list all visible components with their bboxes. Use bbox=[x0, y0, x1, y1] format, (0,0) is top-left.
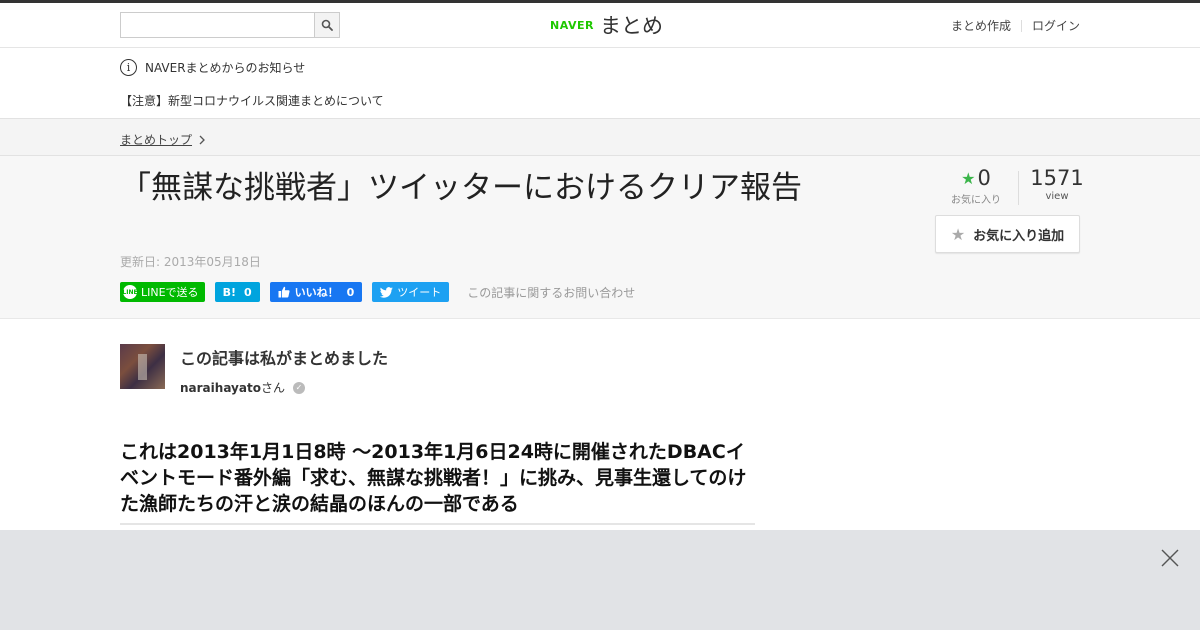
share-buttons: LINE LINEで送る B! 0 いいね！ 0 ツイート この記事に関するお問… bbox=[120, 282, 635, 302]
author-name-link[interactable]: naraihayato bbox=[180, 381, 261, 395]
star-outline-icon: ★ bbox=[950, 224, 966, 244]
author-box: この記事は私がまとめました naraihayato さん ✓ bbox=[120, 344, 388, 396]
hatena-count: 0 bbox=[243, 285, 252, 299]
facebook-like-count: 0 bbox=[346, 285, 355, 299]
search-input[interactable] bbox=[120, 12, 314, 38]
breadcrumb-top-link[interactable]: まとめトップ bbox=[120, 131, 192, 148]
add-favorite-label: お気に入り追加 bbox=[973, 228, 1065, 244]
views-label: view bbox=[1045, 191, 1069, 202]
create-matome-link[interactable]: まとめ作成 bbox=[951, 17, 1011, 34]
line-share-button[interactable]: LINE LINEで送る bbox=[120, 282, 205, 302]
logo-matome: まとめ bbox=[599, 14, 663, 38]
chevron-right-icon bbox=[199, 135, 205, 144]
thumbs-up-icon bbox=[278, 286, 290, 298]
search-icon bbox=[321, 19, 333, 31]
line-share-label: LINEで送る bbox=[141, 286, 199, 299]
views-count: 1571 bbox=[1030, 166, 1084, 190]
hatena-bookmark-button[interactable]: B! 0 bbox=[214, 282, 260, 302]
updated-date: 更新日: 2013年05月18日 bbox=[120, 255, 261, 269]
site-logo[interactable]: NAVER まとめ bbox=[550, 11, 663, 39]
notice-title: NAVERまとめからのお知らせ bbox=[145, 61, 306, 75]
tweet-button[interactable]: ツイート bbox=[372, 282, 450, 302]
article-body: この記事は私がまとめました naraihayato さん ✓ これは2013年1… bbox=[120, 319, 1080, 531]
info-icon: i bbox=[120, 59, 137, 76]
notice-link[interactable]: 【注意】新型コロナウイルス関連まとめについて bbox=[120, 92, 384, 109]
notice-heading: i NAVERまとめからのお知らせ bbox=[120, 59, 305, 76]
page-title: 「無謀な挑戦者」ツイッターにおけるクリア報告 bbox=[120, 170, 802, 206]
article-stats: ★ 0 お気に入り 1571 view bbox=[935, 166, 1084, 206]
tweet-label: ツイート bbox=[397, 286, 442, 299]
author-suffix: さん bbox=[260, 381, 285, 395]
favorites-count: 0 bbox=[977, 166, 991, 190]
author-heading: この記事は私がまとめました bbox=[180, 349, 389, 368]
star-icon: ★ bbox=[961, 168, 976, 188]
ad-banner bbox=[0, 530, 1200, 630]
search-form bbox=[120, 12, 340, 38]
facebook-like-button[interactable]: いいね！ 0 bbox=[269, 282, 363, 302]
login-link[interactable]: ログイン bbox=[1032, 17, 1080, 34]
hatena-icon: B! bbox=[222, 285, 236, 299]
favorites-label: お気に入り bbox=[951, 195, 1001, 206]
notice-area: i NAVERまとめからのお知らせ 【注意】新型コロナウイルス関連まとめについて bbox=[120, 48, 1080, 118]
content-heading: これは2013年1月1日8時 ～2013年1月6日24時に開催されたDBACイベ… bbox=[120, 439, 755, 525]
add-favorite-button[interactable]: ★ お気に入り追加 bbox=[935, 215, 1080, 253]
line-icon: LINE bbox=[122, 285, 138, 299]
nav-divider bbox=[1020, 19, 1022, 32]
verified-check-icon: ✓ bbox=[292, 381, 305, 394]
favorites-stat: ★ 0 お気に入り bbox=[935, 166, 1017, 206]
site-header: NAVER まとめ まとめ作成 ログイン bbox=[0, 3, 1200, 48]
facebook-like-label: いいね！ bbox=[294, 286, 339, 299]
close-icon[interactable] bbox=[1160, 548, 1180, 568]
search-button[interactable] bbox=[314, 12, 340, 38]
header-nav: まとめ作成 ログイン bbox=[951, 17, 1080, 34]
article-header: 「無謀な挑戦者」ツイッターにおけるクリア報告 更新日: 2013年05月18日 … bbox=[0, 156, 1200, 319]
author-name-row: naraihayato さん ✓ bbox=[180, 379, 388, 396]
contact-link[interactable]: この記事に関するお問い合わせ bbox=[467, 284, 635, 301]
avatar[interactable] bbox=[120, 344, 165, 389]
breadcrumb: まとめトップ bbox=[0, 118, 1200, 156]
logo-naver: NAVER bbox=[550, 18, 594, 32]
twitter-bird-icon bbox=[380, 286, 394, 298]
views-stat: 1571 view bbox=[1019, 166, 1095, 202]
